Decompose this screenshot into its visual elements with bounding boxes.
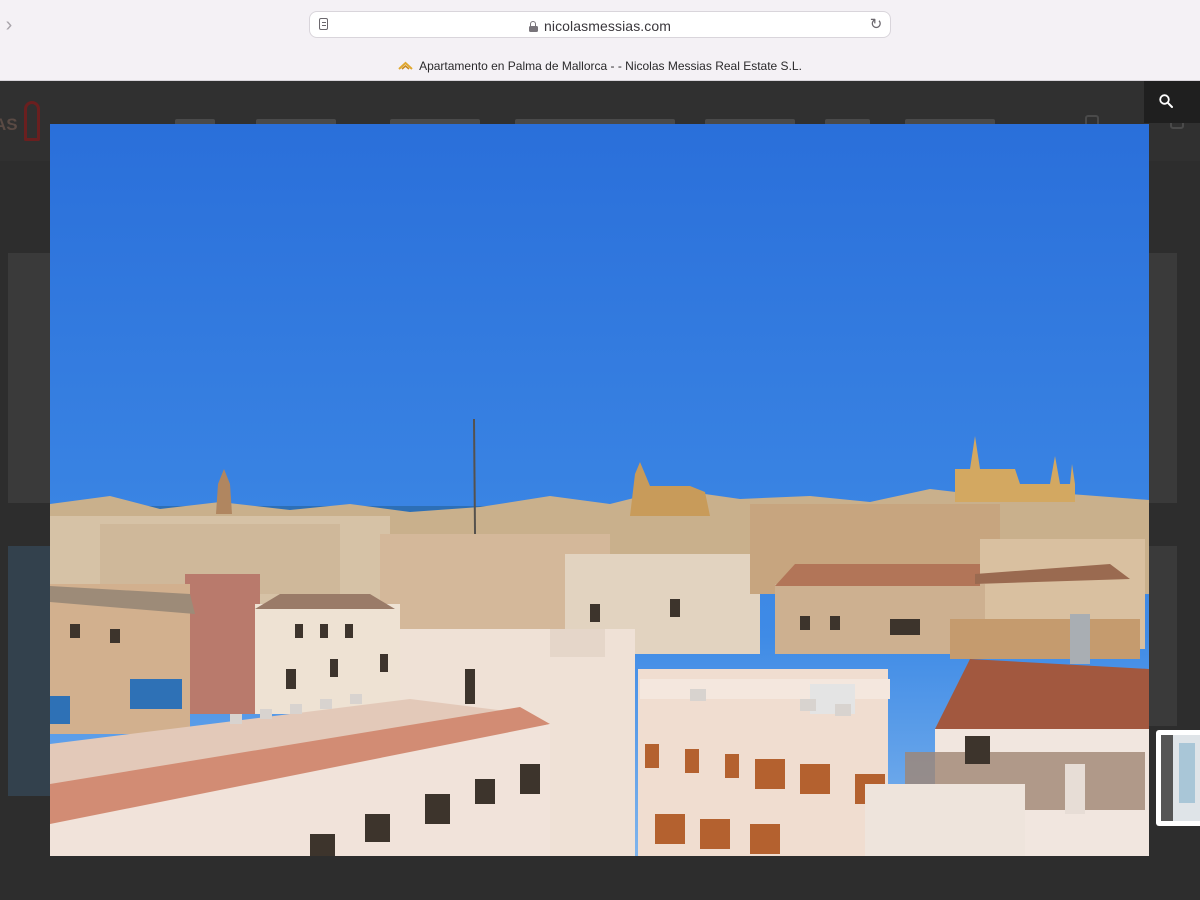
active-tab[interactable]: Apartamento en Palma de Mallorca - - Nic… — [0, 56, 1200, 76]
site-favicon-icon — [398, 61, 413, 70]
background-photo-tile — [8, 253, 50, 503]
address-bar[interactable]: nicolasmessias.com ↻ — [309, 11, 891, 38]
url-text[interactable]: nicolasmessias.com — [544, 18, 671, 34]
background-photo-tile — [8, 546, 50, 796]
thumbnail-image — [1161, 735, 1200, 821]
forward-chevron-icon[interactable]: › — [2, 14, 16, 36]
reload-icon[interactable]: ↻ — [868, 17, 884, 33]
browser-toolbar: › nicolasmessias.com ↻ Apartamento en Pa… — [0, 0, 1200, 81]
background-photo-tile — [1149, 546, 1177, 726]
search-button[interactable] — [1144, 81, 1200, 123]
tab-title: Apartamento en Palma de Mallorca - - Nic… — [419, 59, 802, 73]
search-icon — [1159, 94, 1173, 108]
background-photo-tile — [1149, 253, 1177, 503]
lightbox-image[interactable] — [50, 124, 1149, 856]
palma-rooftops-photo — [50, 124, 1149, 856]
url-container: nicolasmessias.com — [310, 12, 890, 39]
lock-icon — [528, 20, 538, 32]
next-thumbnail[interactable] — [1156, 730, 1200, 826]
